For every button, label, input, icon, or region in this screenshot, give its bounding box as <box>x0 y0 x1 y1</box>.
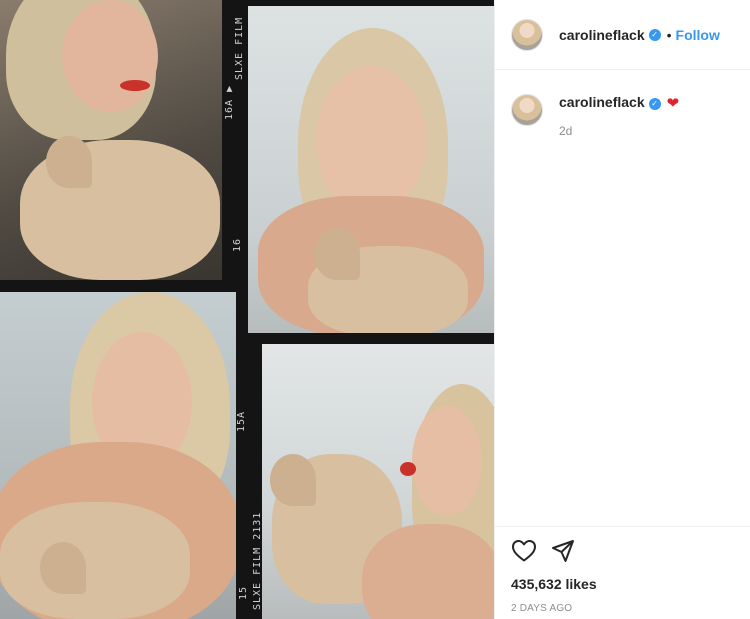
likes-count[interactable]: 435,632 likes <box>511 576 734 592</box>
post-header: carolineflack ✓ • Follow <box>495 0 750 70</box>
author-avatar[interactable] <box>511 18 543 51</box>
post-actions: 435,632 likes 2 DAYS AGO <box>495 526 750 614</box>
photo-frame-4 <box>262 344 494 619</box>
author-username[interactable]: carolineflack <box>559 27 645 43</box>
heart-outline-icon[interactable] <box>511 539 537 568</box>
paper-plane-icon[interactable] <box>551 539 575 568</box>
caption-heart-emoji: ❤ <box>666 95 680 112</box>
follow-button[interactable]: Follow <box>676 27 720 43</box>
post-date[interactable]: 2 DAYS AGO <box>511 603 734 614</box>
photo-frame-1 <box>0 0 222 280</box>
post-sidebar: carolineflack ✓ • Follow carolineflack ✓ ❤… <box>494 0 750 619</box>
post-photo[interactable]: 16A ▶ SLXE FILM 16 15A SLXE FILM 2131 15 <box>0 0 494 619</box>
photo-frame-3 <box>0 292 236 619</box>
caption-comment: carolineflack ✓ ❤ 2d <box>495 70 750 138</box>
verified-badge-icon: ✓ <box>648 98 661 110</box>
verified-badge-icon: ✓ <box>648 28 661 41</box>
header-separator: • <box>666 26 672 43</box>
caption-username[interactable]: carolineflack <box>559 94 645 110</box>
caption-time-ago[interactable]: 2d <box>559 124 679 138</box>
caption-avatar[interactable] <box>511 94 543 126</box>
photo-frame-2 <box>248 6 494 333</box>
